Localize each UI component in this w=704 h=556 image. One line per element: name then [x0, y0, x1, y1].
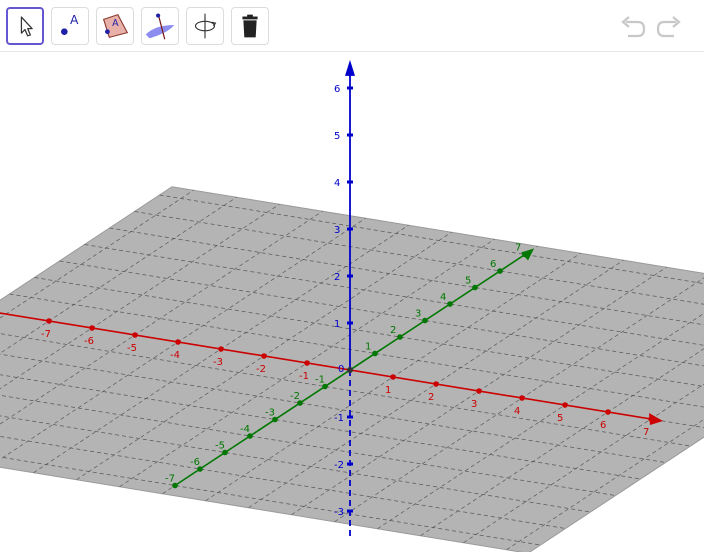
- y-tick-label: 6: [490, 259, 496, 270]
- x-tick-label: -5: [127, 343, 137, 354]
- y-tick-label: -2: [290, 391, 300, 402]
- x-tick-label: 2: [428, 392, 434, 403]
- x-tick-label: 6: [600, 420, 606, 431]
- x-tick-mark: [175, 339, 181, 345]
- x-tick-mark: [433, 381, 439, 387]
- y-tick-label: -7: [165, 474, 175, 485]
- x-tick-mark: [519, 395, 525, 401]
- y-tick-label: -1: [315, 375, 325, 386]
- origin-label: 0: [338, 364, 344, 375]
- polygon-tool-button[interactable]: A: [96, 7, 134, 45]
- y-tick-mark: [397, 334, 403, 340]
- trash-icon: [232, 8, 268, 44]
- x-tick-mark: [261, 353, 267, 359]
- x-tick-label: -7: [41, 329, 51, 340]
- y-tick-label: 5: [465, 276, 471, 287]
- graphics-3d-view[interactable]: -7 -6 -5 -4 -3 -2 -1 1 2 3 4 5 6 7 -7 -6 -5 -4 -3 -2 -1 1 2 3 4 5…: [0, 53, 704, 552]
- y-tick-label: -6: [190, 457, 200, 468]
- x-tick-label: -2: [256, 364, 266, 375]
- x-tick-mark: [648, 416, 654, 422]
- y-tick-label: 3: [415, 309, 421, 320]
- polygon-tool-label: A: [112, 18, 119, 29]
- x-tick-label: 7: [643, 427, 649, 438]
- z-tick-label: 3: [334, 225, 340, 236]
- arrow-pointer-icon: [8, 9, 42, 43]
- x-tick-mark: [390, 374, 396, 380]
- undo-icon: [618, 12, 648, 42]
- x-tick-mark: [89, 325, 95, 331]
- x-tick-label: 5: [557, 413, 563, 424]
- z-tick-label: 5: [334, 131, 340, 142]
- x-tick-mark: [476, 388, 482, 394]
- z-tick-label: 1: [334, 319, 340, 330]
- x-tick-label: -1: [299, 371, 309, 382]
- z-tick-label: -3: [334, 507, 344, 518]
- x-tick-label: 3: [471, 399, 477, 410]
- y-tick-label: 2: [390, 325, 396, 336]
- rotate-view-tool-button[interactable]: [186, 7, 224, 45]
- x-tick-mark: [218, 346, 224, 352]
- undo-button[interactable]: [618, 12, 648, 42]
- y-tick-label: -5: [215, 441, 225, 452]
- y-tick-mark: [447, 301, 453, 307]
- 3d-scene[interactable]: -7 -6 -5 -4 -3 -2 -1 1 2 3 4 5 6 7 -7 -6 -5 -4 -3 -2 -1 1 2 3 4 5…: [0, 53, 704, 552]
- z-tick-label: -2: [334, 460, 344, 471]
- point-tool-label: A: [70, 13, 79, 27]
- origin-point: [347, 367, 353, 373]
- x-tick-label: -3: [213, 357, 223, 368]
- y-tick-mark: [372, 351, 378, 357]
- y-tick-mark: [422, 318, 428, 324]
- z-tick-label: 2: [334, 272, 340, 283]
- y-tick-mark: [497, 268, 503, 274]
- plane-tool-button[interactable]: [141, 7, 179, 45]
- point-tool-button[interactable]: A: [51, 7, 89, 45]
- y-tick-mark: [472, 285, 478, 291]
- x-tick-label: -4: [170, 350, 180, 361]
- x-tick-mark: [46, 318, 52, 324]
- y-tick-label: -4: [240, 424, 250, 435]
- z-tick-label: -1: [334, 413, 344, 424]
- y-tick-mark: [522, 252, 528, 258]
- x-tick-label: 4: [514, 406, 520, 417]
- z-tick-label: 6: [334, 84, 340, 95]
- x-tick-mark: [562, 402, 568, 408]
- delete-tool-button[interactable]: [231, 7, 269, 45]
- x-tick-mark: [132, 332, 138, 338]
- y-tick-label: 7: [515, 243, 521, 254]
- move-tool-button[interactable]: [6, 7, 44, 45]
- x-tick-label: 1: [385, 385, 391, 396]
- x-tick-label: -6: [84, 336, 94, 347]
- polygon-icon: A: [97, 8, 133, 44]
- plane-icon: [142, 8, 178, 44]
- y-tick-label: 1: [365, 342, 371, 353]
- rotate-view-icon: [187, 8, 223, 44]
- x-tick-mark: [304, 360, 310, 366]
- redo-button[interactable]: [654, 12, 684, 42]
- point-icon: A: [52, 8, 88, 44]
- y-tick-label: 4: [440, 292, 446, 303]
- z-tick-label: 4: [334, 178, 340, 189]
- toolbar: A A: [0, 0, 704, 52]
- z-axis-arrow: [345, 60, 355, 76]
- x-tick-mark: [605, 409, 611, 415]
- y-tick-label: -3: [265, 408, 275, 419]
- redo-icon: [654, 12, 684, 42]
